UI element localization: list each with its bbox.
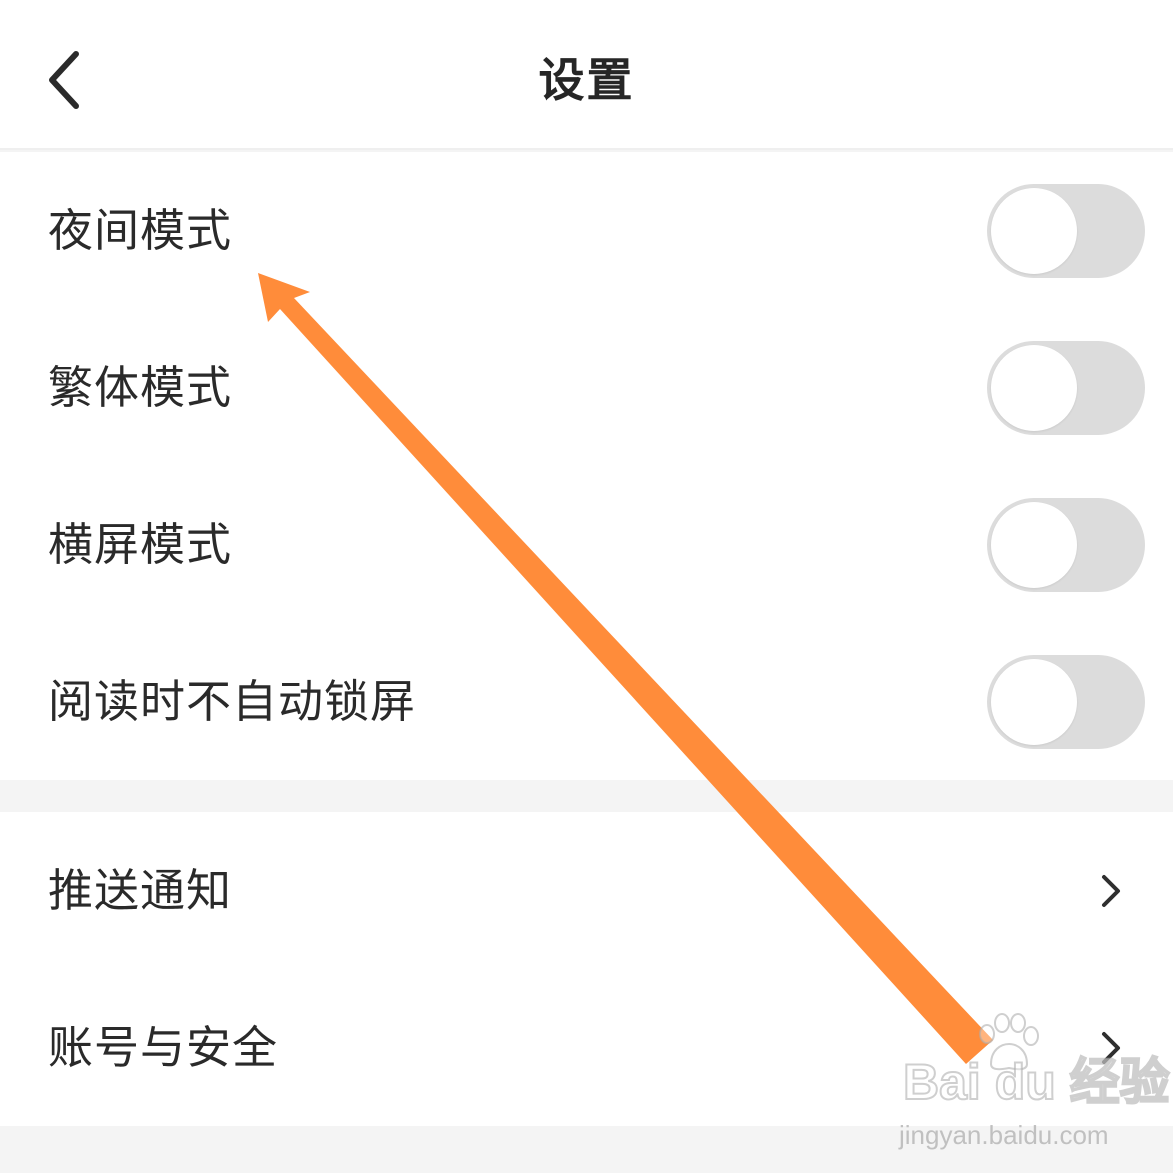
setting-label: 账号与安全 (48, 1020, 279, 1074)
setting-row-traditional-chinese: 繁体模式 (0, 309, 1173, 466)
setting-row-account-security[interactable]: 账号与安全 (0, 969, 1173, 1126)
night-mode-toggle[interactable] (987, 183, 1145, 278)
keep-screen-awake-toggle[interactable] (987, 654, 1145, 749)
display-settings-group: 夜间模式 繁体模式 横屏模式 阅读时不自动锁屏 (0, 152, 1173, 780)
account-settings-group: 推送通知 账号与安全 (0, 812, 1173, 1126)
chevron-right-icon (1096, 871, 1126, 911)
toggle-knob (991, 501, 1077, 588)
setting-label: 推送通知 (48, 863, 233, 917)
setting-label: 横屏模式 (48, 517, 233, 571)
chevron-right-icon (1096, 1028, 1126, 1068)
setting-row-push-notifications[interactable]: 推送通知 (0, 812, 1173, 969)
toggle-knob (991, 344, 1077, 431)
toggle-knob (991, 187, 1077, 274)
setting-row-keep-screen-awake: 阅读时不自动锁屏 (0, 623, 1173, 780)
setting-label: 繁体模式 (48, 360, 233, 414)
traditional-chinese-toggle[interactable] (987, 340, 1145, 435)
setting-row-night-mode: 夜间模式 (0, 152, 1173, 309)
navigation-header: 设置 (0, 0, 1173, 150)
page-title: 设置 (538, 53, 635, 107)
setting-label: 夜间模式 (48, 203, 233, 257)
toggle-knob (991, 658, 1077, 745)
setting-label: 阅读时不自动锁屏 (48, 674, 417, 728)
landscape-mode-toggle[interactable] (987, 497, 1145, 592)
setting-row-landscape-mode: 横屏模式 (0, 466, 1173, 623)
